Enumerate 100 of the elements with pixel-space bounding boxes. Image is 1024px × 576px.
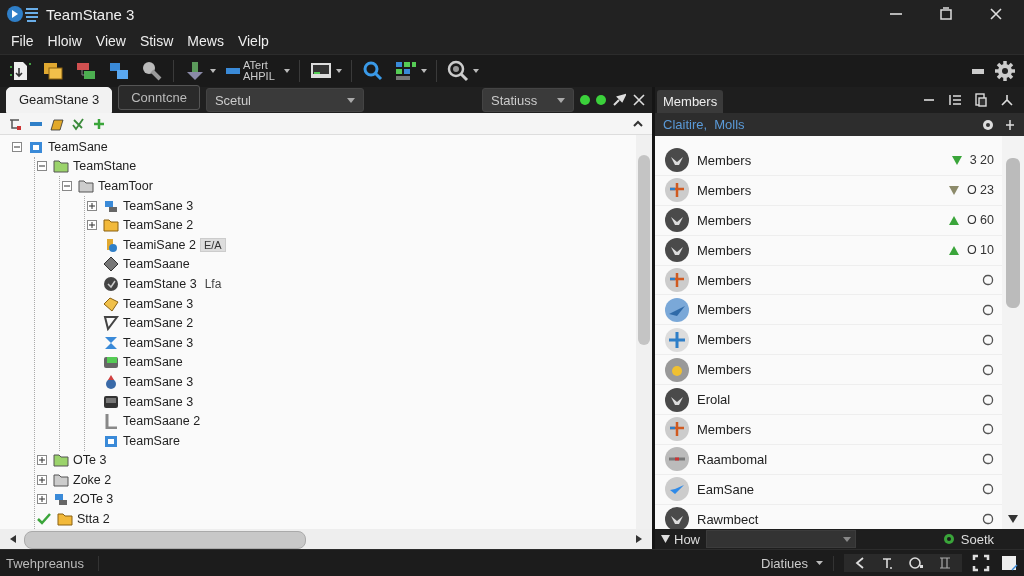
item-icon: [103, 295, 119, 312]
member-name[interactable]: Members: [697, 362, 752, 378]
pencil-icon[interactable]: [50, 116, 64, 131]
new-file-icon[interactable]: [8, 59, 32, 83]
collapse-toggle-icon[interactable]: [37, 161, 47, 172]
member-name[interactable]: EamSane: [697, 481, 755, 497]
text-button[interactable]: ATert AHPIL: [225, 60, 275, 82]
tree-view-icon[interactable]: [8, 116, 22, 131]
scroll-left-icon[interactable]: [8, 534, 18, 544]
tree-item[interactable]: TeamSaane 2: [123, 414, 201, 429]
tree-item[interactable]: TeamSane: [48, 139, 108, 154]
view-dropdown[interactable]: Diatiues: [761, 555, 834, 571]
tree-item[interactable]: TeamiSane 2: [123, 237, 196, 252]
tree-item[interactable]: TeamSane 3: [123, 198, 194, 213]
check-icon[interactable]: [37, 513, 51, 526]
avatar-icon: [665, 387, 689, 412]
panel-icon[interactable]: [971, 66, 985, 76]
document-tab[interactable]: Conntcne: [118, 85, 200, 110]
member-name[interactable]: Members: [697, 212, 752, 228]
close-icon[interactable]: [632, 93, 646, 107]
member-name[interactable]: Rawmbect: [697, 511, 759, 527]
expand-toggle-icon[interactable]: [87, 220, 97, 231]
caret-icon: [816, 561, 823, 565]
fullscreen-icon[interactable]: [972, 554, 990, 572]
menu-item[interactable]: File: [6, 31, 39, 51]
vertical-scrollbar[interactable]: [636, 135, 652, 529]
tree-item[interactable]: OTe 3: [73, 453, 107, 468]
close-icon[interactable]: [988, 6, 1004, 22]
tree-item[interactable]: TeamToor: [98, 179, 153, 193]
tree-item[interactable]: TeamSaane: [123, 257, 190, 272]
scrollbar-thumb[interactable]: [638, 155, 650, 345]
menu-item[interactable]: View: [90, 31, 131, 51]
expand-toggle-icon[interactable]: [37, 494, 47, 505]
scroll-down-icon[interactable]: [1008, 515, 1018, 523]
tree-item[interactable]: TeamSane 2: [123, 316, 194, 331]
member-name[interactable]: Members: [697, 421, 752, 437]
tree-item[interactable]: Stta 2: [77, 512, 110, 527]
section-toggle[interactable]: How: [661, 531, 700, 547]
item-icon: [103, 393, 119, 410]
caret-icon[interactable]: [472, 69, 479, 73]
member-name[interactable]: Raambomal: [697, 451, 768, 467]
tag-label: E/A: [199, 237, 226, 252]
tree-item[interactable]: TeamSane 3: [123, 335, 194, 350]
vertical-scrollbar[interactable]: [1002, 136, 1024, 529]
copy-icon[interactable]: [974, 93, 988, 107]
window-icon[interactable]: [1000, 554, 1018, 572]
member-name[interactable]: Members: [697, 302, 752, 318]
menu-item[interactable]: Vielp: [232, 31, 274, 51]
expand-toggle-icon[interactable]: [37, 474, 47, 485]
caret-icon[interactable]: [420, 69, 427, 73]
scroll-right-icon[interactable]: [634, 534, 644, 544]
tree-item[interactable]: TeamSane 3: [123, 394, 194, 409]
expand-toggle-icon[interactable]: [87, 200, 97, 211]
member-name[interactable]: Members: [697, 332, 752, 348]
collapse-toggle-icon[interactable]: [62, 181, 72, 191]
tree-item[interactable]: 2OTe 3: [73, 492, 114, 507]
expand-toggle-icon[interactable]: [37, 455, 47, 466]
panel-tab[interactable]: Members: [657, 90, 724, 113]
caret-icon[interactable]: [283, 69, 290, 73]
tree-item[interactable]: TeamSare: [123, 433, 180, 448]
layout-icon[interactable]: [938, 556, 952, 570]
caret-icon[interactable]: [210, 69, 216, 73]
menu-item[interactable]: Stisw: [134, 31, 179, 51]
member-name[interactable]: Members: [697, 152, 752, 168]
member-name[interactable]: Members: [697, 242, 752, 258]
tree-item[interactable]: Zoke 2: [73, 472, 112, 487]
status-icon: [982, 274, 994, 286]
zoom-icon[interactable]: [445, 59, 470, 83]
text-tool-icon[interactable]: [880, 556, 894, 570]
scope-dropdown[interactable]: Scetul: [205, 88, 364, 112]
tree-item[interactable]: TeamSane 2: [123, 218, 194, 233]
tree-item[interactable]: TeamStane: [73, 159, 137, 174]
settings-icon[interactable]: [994, 60, 1016, 82]
tree-item[interactable]: TeamSane 3: [123, 374, 194, 389]
menu-item[interactable]: Hloiw: [42, 31, 87, 51]
action-link[interactable]: Soetk: [960, 531, 994, 547]
expand-icon[interactable]: [1000, 93, 1014, 107]
scrollbar-thumb[interactable]: [1006, 158, 1020, 308]
maximize-icon[interactable]: [938, 6, 954, 22]
caret-icon[interactable]: [335, 69, 342, 73]
filter-link[interactable]: Claitire, Molls: [663, 117, 745, 132]
tree-item[interactable]: TeamSane: [123, 355, 183, 370]
collapse-toggle-icon[interactable]: [12, 141, 22, 152]
grid-icon[interactable]: [393, 59, 418, 83]
wrench-icon[interactable]: [140, 59, 164, 83]
menu-item[interactable]: Mews: [182, 31, 229, 51]
member-name[interactable]: Members: [697, 272, 752, 288]
tree-item[interactable]: TeamStane 3: [123, 276, 197, 291]
tree-item[interactable]: TeamSane 3: [123, 296, 194, 311]
member-name[interactable]: Erolal: [697, 392, 731, 408]
member-name[interactable]: Members: [697, 182, 752, 198]
plus-icon[interactable]: [92, 116, 106, 131]
status-dropdown[interactable]: Statiuss: [482, 88, 574, 112]
document-tab[interactable]: GeamStane 3: [6, 87, 113, 113]
item-icon: [103, 315, 119, 332]
back-icon[interactable]: [854, 557, 866, 569]
comment-icon[interactable]: [908, 556, 924, 570]
check-cross-icon[interactable]: [71, 116, 85, 131]
list-icon[interactable]: [948, 93, 962, 107]
scrollbar-thumb[interactable]: [24, 531, 306, 549]
